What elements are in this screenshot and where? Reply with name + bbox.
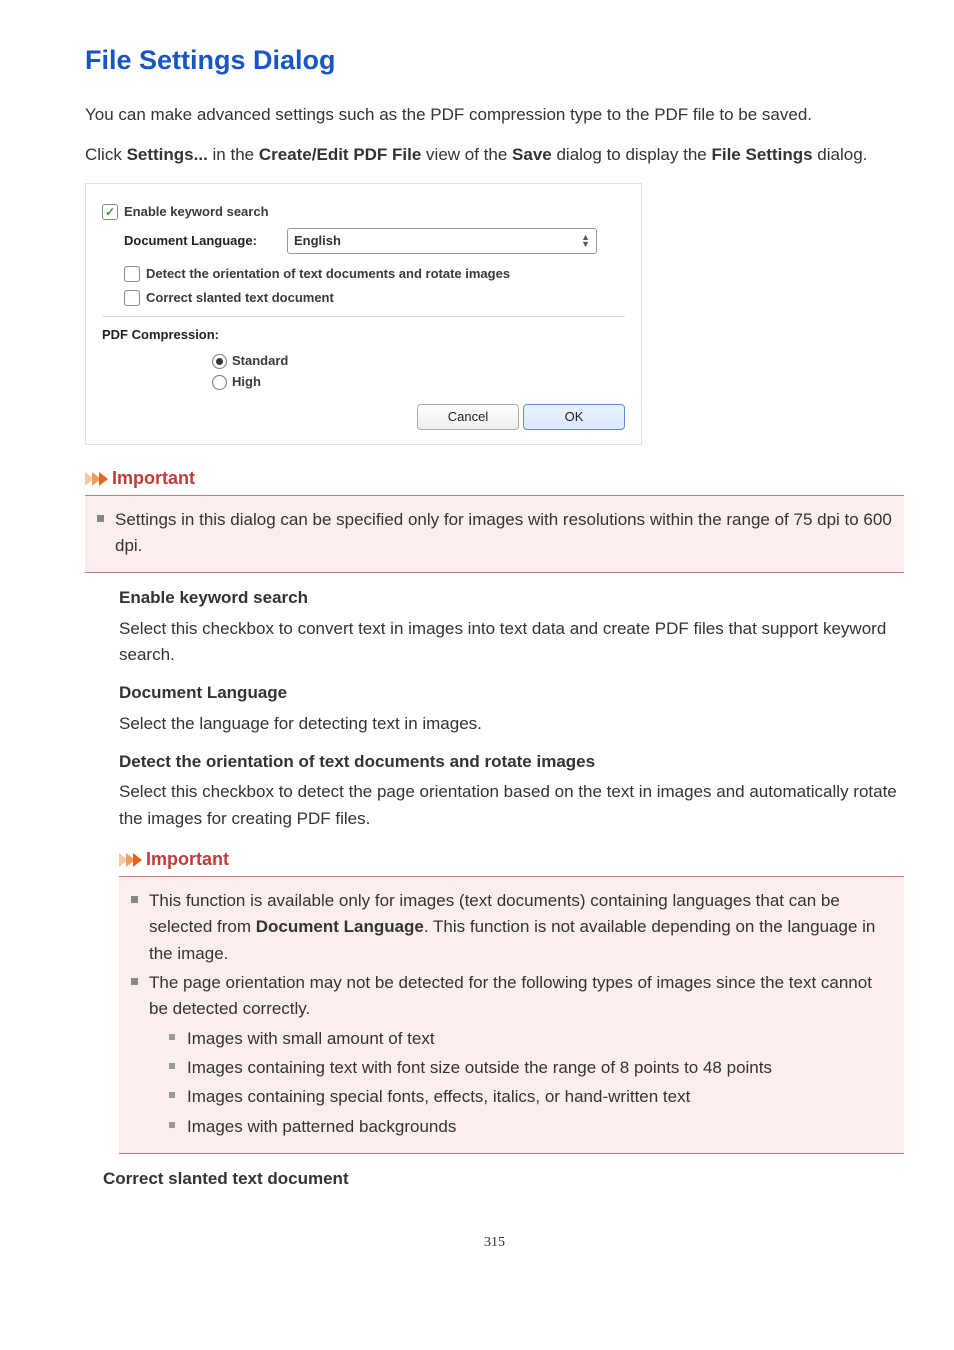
important-title: Important bbox=[112, 465, 195, 493]
compression-standard-radio[interactable] bbox=[212, 354, 227, 369]
ok-button[interactable]: OK bbox=[523, 404, 625, 430]
text-bold: File Settings bbox=[711, 145, 812, 164]
intro-paragraph-2: Click Settings... in the Create/Edit PDF… bbox=[85, 142, 904, 168]
detect-orientation-label: Detect the orientation of text documents… bbox=[146, 264, 510, 284]
important-item: The page orientation may not be detected… bbox=[131, 970, 894, 1140]
important-subitem: Images containing special fonts, effects… bbox=[169, 1084, 894, 1110]
term-correct-slant: Correct slanted text document bbox=[103, 1166, 904, 1192]
desc-detect-orientation: Select this checkbox to detect the page … bbox=[119, 779, 904, 832]
desc-document-language: Select the language for detecting text i… bbox=[119, 711, 904, 737]
compression-high-label: High bbox=[232, 372, 261, 392]
important-subitem: Images with small amount of text bbox=[169, 1026, 894, 1052]
compression-standard-label: Standard bbox=[232, 351, 288, 371]
correct-slant-label: Correct slanted text document bbox=[146, 288, 334, 308]
important-subitem: Images with patterned backgrounds bbox=[169, 1114, 894, 1140]
text-bold: Create/Edit PDF File bbox=[259, 145, 421, 164]
document-language-label: Document Language: bbox=[124, 231, 269, 251]
stepper-icon: ▲▼ bbox=[581, 234, 590, 248]
page-number: 315 bbox=[85, 1232, 904, 1254]
important-header: Important bbox=[119, 846, 904, 877]
term-enable-keyword: Enable keyword search bbox=[119, 585, 904, 611]
cancel-button[interactable]: Cancel bbox=[417, 404, 519, 430]
text-bold: Document Language bbox=[256, 917, 424, 936]
desc-enable-keyword: Select this checkbox to convert text in … bbox=[119, 616, 904, 669]
important-header: Important bbox=[85, 465, 904, 496]
important-body: This function is available only for imag… bbox=[119, 877, 904, 1154]
pdf-compression-label: PDF Compression: bbox=[102, 325, 625, 345]
important-item: Settings in this dialog can be specified… bbox=[97, 507, 894, 560]
correct-slant-checkbox[interactable] bbox=[124, 290, 140, 306]
text: in the bbox=[208, 145, 259, 164]
document-language-select[interactable]: English ▲▼ bbox=[287, 228, 597, 254]
detect-orientation-checkbox[interactable] bbox=[124, 266, 140, 282]
text: view of the bbox=[421, 145, 512, 164]
important-subitem: Images containing text with font size ou… bbox=[169, 1055, 894, 1081]
compression-high-radio[interactable] bbox=[212, 375, 227, 390]
important-title: Important bbox=[146, 846, 229, 874]
term-document-language: Document Language bbox=[119, 680, 904, 706]
term-detect-orientation: Detect the orientation of text documents… bbox=[119, 749, 904, 775]
chevron-icon bbox=[85, 472, 106, 486]
page-title: File Settings Dialog bbox=[85, 40, 904, 82]
text-bold: Save bbox=[512, 145, 552, 164]
text: dialog to display the bbox=[552, 145, 712, 164]
document-language-value: English bbox=[294, 231, 341, 251]
important-item: This function is available only for imag… bbox=[131, 888, 894, 967]
text: Click bbox=[85, 145, 127, 164]
enable-keyword-label: Enable keyword search bbox=[124, 202, 269, 222]
chevron-icon bbox=[119, 853, 140, 867]
divider bbox=[102, 316, 625, 317]
important-body: Settings in this dialog can be specified… bbox=[85, 496, 904, 574]
text-bold: Settings... bbox=[127, 145, 208, 164]
text: The page orientation may not be detected… bbox=[149, 973, 872, 1018]
intro-paragraph-1: You can make advanced settings such as t… bbox=[85, 102, 904, 128]
text: dialog. bbox=[813, 145, 868, 164]
enable-keyword-checkbox[interactable]: ✓ bbox=[102, 204, 118, 220]
file-settings-dialog: ✓ Enable keyword search Document Languag… bbox=[85, 183, 642, 445]
